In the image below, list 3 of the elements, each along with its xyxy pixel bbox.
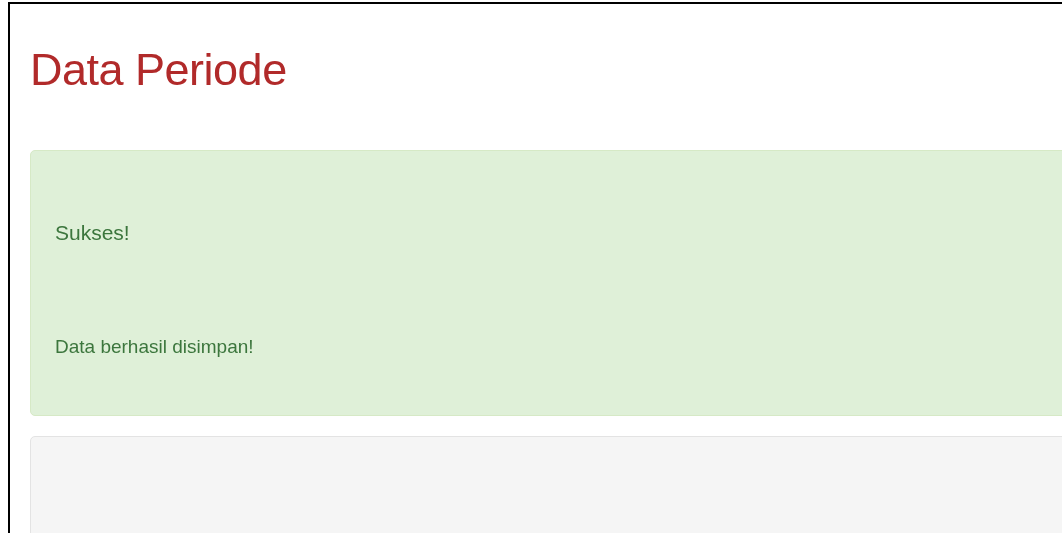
alert-heading: Sukses! <box>55 221 130 245</box>
alert-message: Data berhasil disimpan! <box>55 336 254 358</box>
page-title: Data Periode <box>30 43 287 97</box>
